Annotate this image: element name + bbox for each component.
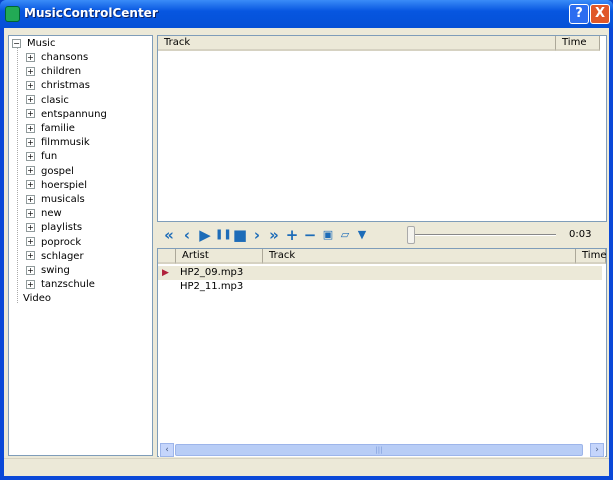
tree-node[interactable]: + musicals: [26, 193, 85, 206]
position-slider-track[interactable]: [409, 234, 556, 236]
help-button[interactable]: ?: [569, 4, 589, 24]
tree-node[interactable]: Video: [23, 292, 51, 305]
column-header-status[interactable]: [158, 249, 176, 264]
tree-node-label: schlager: [41, 250, 84, 262]
tree-node[interactable]: + filmmusik: [26, 136, 90, 149]
last-icon[interactable]: »: [266, 227, 282, 243]
tree-node-label: christmas: [41, 80, 90, 92]
tree-node-label: fun: [41, 151, 58, 163]
client-area: − Music + chansons + children + christmas + clas…: [4, 28, 609, 476]
playlist-row[interactable]: HP2_11.mp3: [158, 280, 602, 294]
tree-node[interactable]: + schlager: [26, 250, 84, 263]
tree-node[interactable]: + entspannung: [26, 108, 107, 121]
expand-icon[interactable]: +: [26, 222, 35, 232]
download-icon[interactable]: ▼: [354, 227, 370, 243]
remove-icon[interactable]: −: [302, 227, 318, 243]
play-icon[interactable]: ▶: [197, 227, 213, 243]
tree-node-label: Video: [23, 293, 52, 305]
expand-icon[interactable]: +: [26, 123, 35, 133]
column-header-artist[interactable]: Artist: [176, 249, 263, 264]
expand-icon[interactable]: +: [26, 151, 35, 161]
expand-icon[interactable]: +: [26, 208, 35, 218]
track-list[interactable]: Track Time: [157, 35, 607, 222]
tree-node[interactable]: + hoerspiel: [26, 179, 87, 192]
expand-icon[interactable]: +: [26, 265, 35, 275]
tree-node[interactable]: + swing: [26, 264, 70, 277]
tree-node-label: filmmusik: [41, 137, 90, 149]
app-icon: [5, 6, 20, 22]
tree-node[interactable]: + poprock: [26, 236, 81, 249]
tree-node[interactable]: + new: [26, 207, 62, 220]
column-header-time[interactable]: Time: [576, 249, 606, 264]
tree-node[interactable]: + chansons: [26, 51, 88, 64]
expand-icon[interactable]: +: [26, 52, 35, 62]
expand-icon[interactable]: +: [26, 137, 35, 147]
library-tree[interactable]: − Music + chansons + children + christmas + clas…: [8, 35, 153, 456]
expand-icon[interactable]: +: [26, 166, 35, 176]
expand-icon[interactable]: +: [26, 80, 35, 90]
expand-icon[interactable]: +: [26, 237, 35, 247]
scroll-left-button[interactable]: ‹: [160, 443, 174, 457]
save-icon[interactable]: ▣: [320, 227, 336, 243]
tree-node[interactable]: + playlists: [26, 221, 82, 234]
tree-node-label: entspannung: [41, 108, 107, 120]
now-playing-icon: ▶: [162, 268, 169, 278]
expand-icon[interactable]: +: [26, 279, 35, 289]
first-icon[interactable]: «: [161, 227, 177, 243]
scrollbar-thumb[interactable]: |||: [175, 444, 583, 456]
tree-node[interactable]: + fun: [26, 150, 57, 163]
previous-icon[interactable]: ‹: [179, 227, 195, 243]
collapse-icon[interactable]: −: [12, 38, 21, 48]
expand-icon[interactable]: +: [26, 251, 35, 261]
playlist-row[interactable]: ▶ HP2_09.mp3: [158, 266, 602, 280]
next-icon[interactable]: ›: [249, 227, 265, 243]
horizontal-scrollbar[interactable]: ‹ ||| ›: [159, 443, 605, 457]
player-toolbar: 0:03 «‹ ▶ ❚❚ ■ ›» + − ▣ ▱ ▼: [157, 224, 607, 246]
tree-node[interactable]: + clasic: [26, 94, 69, 107]
artist-cell: HP2_11.mp3: [180, 281, 244, 292]
tree-node-label: new: [41, 208, 62, 220]
scroll-right-button[interactable]: ›: [590, 443, 604, 457]
pause-icon[interactable]: ❚❚: [215, 227, 232, 243]
open-icon[interactable]: ▱: [337, 227, 353, 243]
tree-node[interactable]: + children: [26, 65, 81, 78]
column-header-track[interactable]: Track: [263, 249, 576, 264]
main-window: MusicControlCenter ? X − Music + chansons +…: [0, 0, 613, 480]
expand-icon[interactable]: +: [26, 180, 35, 190]
playlist[interactable]: Artist Track Time ▶ HP2_09.mp3 HP2_11.mp…: [157, 248, 607, 457]
tree-node[interactable]: + tanzschule: [26, 278, 95, 291]
stop-icon[interactable]: ■: [232, 227, 248, 243]
tree-node-label: playlists: [41, 222, 83, 234]
artist-cell: HP2_09.mp3: [180, 267, 244, 278]
expand-icon[interactable]: +: [26, 194, 35, 204]
expand-icon[interactable]: +: [26, 66, 35, 76]
tree-node-label: familie: [41, 123, 75, 134]
title-bar: MusicControlCenter ? X: [0, 0, 613, 28]
tree-node-music[interactable]: − Music: [12, 37, 55, 50]
tree-node-label: swing: [41, 265, 70, 276]
tree-node[interactable]: + christmas: [26, 79, 90, 92]
window-title: MusicControlCenter: [24, 6, 158, 20]
tree-node-label: Music: [27, 38, 56, 49]
tree-node-label: tanzschule: [41, 279, 95, 291]
close-button[interactable]: X: [590, 4, 610, 24]
add-icon[interactable]: +: [284, 227, 300, 243]
tree-node-label: musicals: [41, 194, 85, 205]
tree-node-label: chansons: [41, 52, 89, 63]
position-slider-thumb[interactable]: [407, 226, 415, 244]
tree-node-label: clasic: [41, 94, 69, 106]
expand-icon[interactable]: +: [26, 109, 35, 119]
tree-node-label: gospel: [41, 165, 74, 177]
column-header-track[interactable]: Track: [158, 36, 556, 51]
status-bar: [4, 458, 609, 476]
tree-node-label: hoerspiel: [41, 179, 87, 191]
tree-node[interactable]: + gospel: [26, 165, 74, 178]
expand-icon[interactable]: +: [26, 95, 35, 105]
column-header-time[interactable]: Time: [556, 36, 600, 51]
tree-node-label: children: [41, 66, 82, 78]
tree-node[interactable]: + familie: [26, 122, 75, 135]
tree-node-label: poprock: [41, 236, 82, 248]
elapsed-time: 0:03: [569, 229, 592, 240]
tree-line: [17, 48, 18, 303]
